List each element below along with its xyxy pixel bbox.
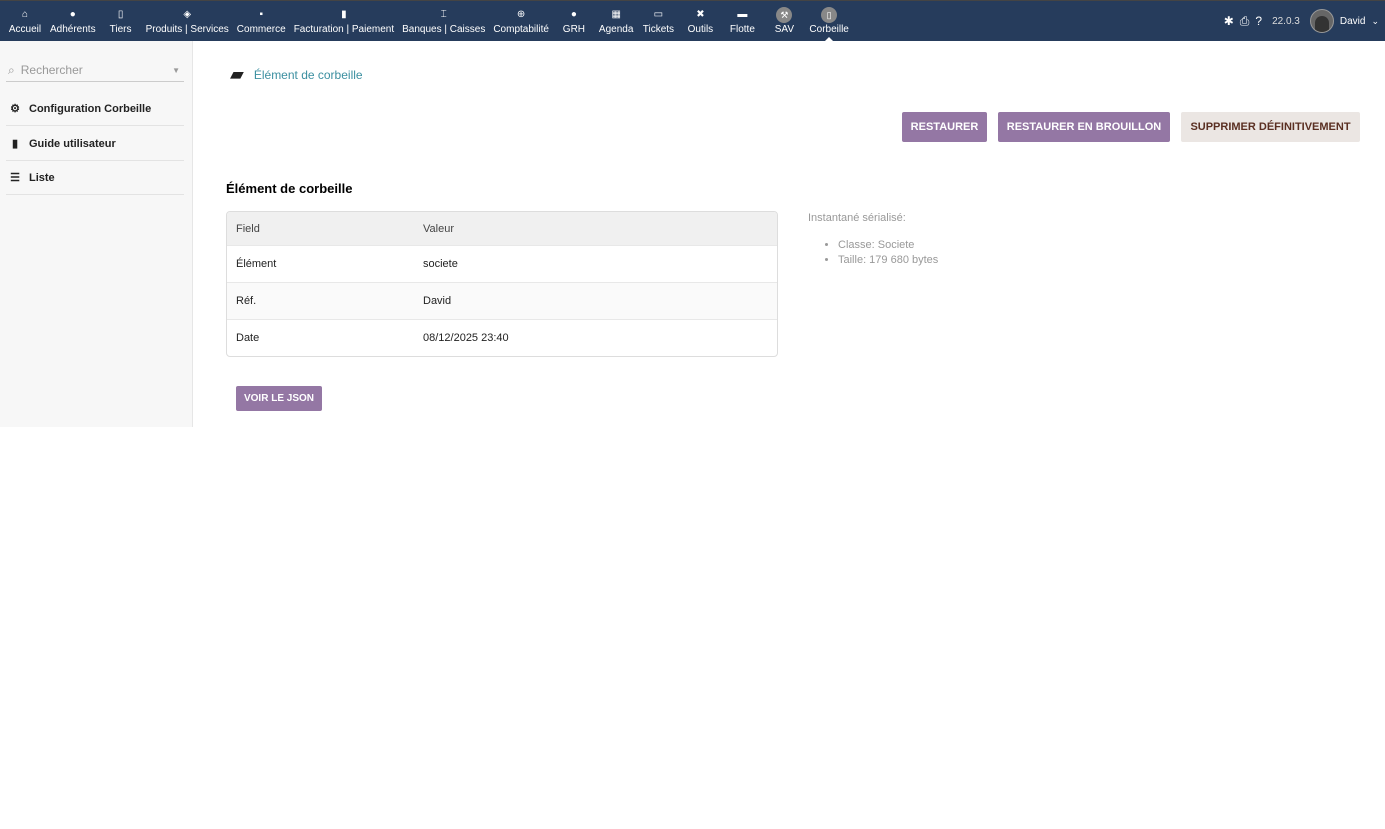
table-header: Field Valeur (227, 212, 777, 245)
column-header: Field (236, 222, 260, 235)
nav-item-facturation[interactable]: ▮ Facturation | Paiement (290, 1, 398, 41)
print-icon[interactable]: ⎙ (1240, 14, 1250, 29)
field-value: David (423, 295, 452, 307)
nav-item-agenda[interactable]: ▦ Agenda (595, 1, 637, 41)
nav-item-label: Flotte (729, 23, 755, 35)
snapshot-title: Instantané sérialisé: (808, 212, 906, 224)
nav-item-label: SAV (774, 24, 795, 35)
snapshot-item: Taille: 179 680 bytes (838, 253, 938, 268)
table-row: Date 08/12/2025 23:40 (227, 319, 777, 356)
nav-item-banques[interactable]: ⌶ Banques | Caisses (398, 1, 489, 41)
nav-item-label: Commerce (236, 23, 286, 35)
nav-item-adherents[interactable]: ● Adhérents (46, 1, 100, 41)
nav-item-commerce[interactable]: ▪ Commerce (233, 1, 290, 41)
sidebar-item-label: Liste (29, 171, 55, 184)
nav-item-label: Corbeille (809, 24, 849, 35)
field-label: Réf. (236, 295, 257, 307)
sidebar-item-label: Guide utilisateur (29, 137, 116, 150)
sidebar-item-configuration[interactable]: ⚙ Configuration Corbeille (6, 92, 184, 126)
details-table: Field Valeur Élément societe Réf. David Dat… (226, 211, 778, 357)
nav-item-grh[interactable]: ● GRH (553, 1, 595, 41)
nav-item-label: Adhérents (50, 23, 96, 35)
section-title: Élément de corbeille (226, 181, 353, 196)
nav-item-label: Tiers (109, 23, 132, 35)
nav-item-tickets[interactable]: ▭ Tickets (637, 1, 679, 41)
nav-item-flotte[interactable]: ▬ Flotte (721, 1, 763, 41)
header-tools: ✱ ⎙ ? 22.0.3 David ⌄ (1224, 1, 1379, 41)
nav-item-accueil[interactable]: ⌂ Accueil (4, 1, 46, 41)
user-name[interactable]: David (1340, 16, 1366, 27)
nav-item-tiers[interactable]: ▯ Tiers (100, 1, 142, 41)
search-placeholder: Rechercher (20, 63, 83, 77)
book-icon: ▮ (11, 138, 19, 150)
nav-item-produits[interactable]: ◈ Produits | Services (142, 1, 233, 41)
caret-down-icon[interactable]: ▼ (172, 66, 180, 75)
nav-item-label: Accueil (8, 23, 42, 35)
tools-icon: ✖ (696, 8, 705, 20)
building-icon: ▯ (117, 8, 124, 20)
breadcrumb-title[interactable]: Élément de corbeille (254, 68, 363, 82)
nav-item-label: Tickets (642, 23, 675, 35)
nav-item-label: Outils (687, 23, 714, 35)
briefcase-icon: ▪ (259, 8, 263, 20)
top-navbar: ⌂ Accueil ● Adhérents ▯ Tiers ◈ Produits | Serv… (0, 0, 1385, 41)
nav-item-label: Comptabilité (493, 23, 549, 35)
nav-item-label: GRH (562, 23, 586, 35)
sidebar-item-label: Configuration Corbeille (29, 102, 152, 115)
car-icon: ▬ (737, 8, 748, 20)
column-header: Valeur (423, 222, 454, 235)
field-label: Élément (236, 258, 277, 270)
nav-item-label: Produits | Services (145, 23, 229, 35)
snapshot-info: Instantané sérialisé: Classe: Societe Ta… (808, 212, 938, 268)
nav-item-corbeille[interactable]: ▯ Corbeille (805, 1, 852, 41)
nav-item-sav[interactable]: ⚒ SAV (763, 1, 805, 41)
view-json-button[interactable]: VOIR LE JSON (236, 386, 322, 411)
gear-icon: ⚙ (10, 103, 20, 115)
nav-item-outils[interactable]: ✖ Outils (679, 1, 721, 41)
table-row: Réf. David (227, 282, 777, 319)
delete-permanently-button[interactable]: SUPPRIMER DÉFINITIVEMENT (1181, 112, 1360, 142)
breadcrumb: ▰ Élément de corbeille (230, 64, 363, 85)
wrench-icon: ⚒ (776, 7, 793, 23)
calendar-icon: ▦ (611, 8, 621, 20)
folder-icon: ▰ (230, 64, 244, 84)
table-row: Élément societe (227, 245, 777, 282)
help-icon[interactable]: ? (1255, 14, 1262, 28)
ticket-icon: ▭ (653, 8, 664, 20)
field-value: societe (423, 258, 458, 270)
sidebar-item-list[interactable]: ☰ Liste (6, 161, 184, 195)
version-label: 22.0.3 (1272, 15, 1300, 27)
sidebar-item-guide[interactable]: ▮ Guide utilisateur (6, 127, 184, 161)
avatar[interactable] (1309, 9, 1334, 33)
home-icon: ⌂ (21, 8, 29, 20)
bug-icon[interactable]: ✱ (1224, 14, 1234, 28)
bank-icon: ⌶ (440, 8, 447, 20)
field-value: 08/12/2025 23:40 (423, 332, 509, 344)
search-icon: ⌕ (8, 62, 15, 77)
trash-icon: ▯ (821, 7, 838, 23)
search-input[interactable]: ⌕ Rechercher ▼ (6, 59, 184, 82)
sidebar: ⌕ Rechercher ▼ ⚙ Configuration Corbeille … (0, 41, 193, 427)
user-icon: ● (69, 8, 76, 20)
restore-draft-button[interactable]: RESTAURER EN BROUILLON (998, 112, 1170, 142)
field-label: Date (236, 332, 260, 344)
nav-item-label: Agenda (598, 23, 634, 35)
invoice-icon: ▮ (341, 8, 347, 20)
snapshot-item: Classe: Societe (838, 238, 938, 253)
nav-item-comptabilite[interactable]: ⊕ Comptabilité (489, 1, 553, 41)
nav-item-label: Facturation | Paiement (293, 23, 395, 35)
restore-button[interactable]: RESTAURER (902, 112, 987, 142)
nav-item-label: Banques | Caisses (402, 23, 486, 35)
list-icon: ☰ (10, 172, 20, 184)
cube-icon: ◈ (183, 8, 192, 20)
user-tie-icon: ● (570, 8, 577, 20)
chevron-down-icon[interactable]: ⌄ (1371, 16, 1379, 27)
main-menu: ⌂ Accueil ● Adhérents ▯ Tiers ◈ Produits | Serv… (4, 1, 853, 41)
search-dollar-icon: ⊕ (516, 8, 526, 20)
